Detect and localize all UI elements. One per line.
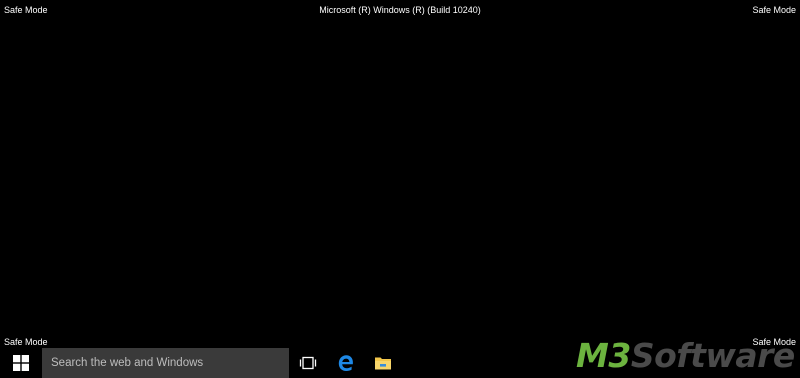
file-explorer-icon (375, 357, 391, 370)
windows-logo-icon (13, 355, 29, 371)
watermark-brand-software: Software (630, 336, 795, 375)
search-input[interactable]: Search the web and Windows (42, 348, 289, 378)
edge-browser-icon (338, 355, 353, 371)
file-explorer-button[interactable] (364, 348, 402, 378)
task-view-button[interactable] (289, 348, 327, 378)
safe-mode-desktop[interactable]: Safe Mode Microsoft (R) Windows (R) (Bui… (0, 0, 800, 378)
windows-build-label: Microsoft (R) Windows (R) (Build 10240) (319, 5, 481, 15)
m3-software-watermark: M3 Software (576, 336, 795, 376)
start-button[interactable] (0, 348, 42, 378)
task-view-icon (299, 356, 317, 370)
safe-mode-label-bottom-left: Safe Mode (4, 337, 48, 347)
edge-browser-button[interactable] (327, 348, 365, 378)
safe-mode-label-top-right: Safe Mode (752, 5, 796, 15)
search-placeholder: Search the web and Windows (51, 357, 204, 369)
watermark-brand-m3: M3 (576, 336, 631, 375)
